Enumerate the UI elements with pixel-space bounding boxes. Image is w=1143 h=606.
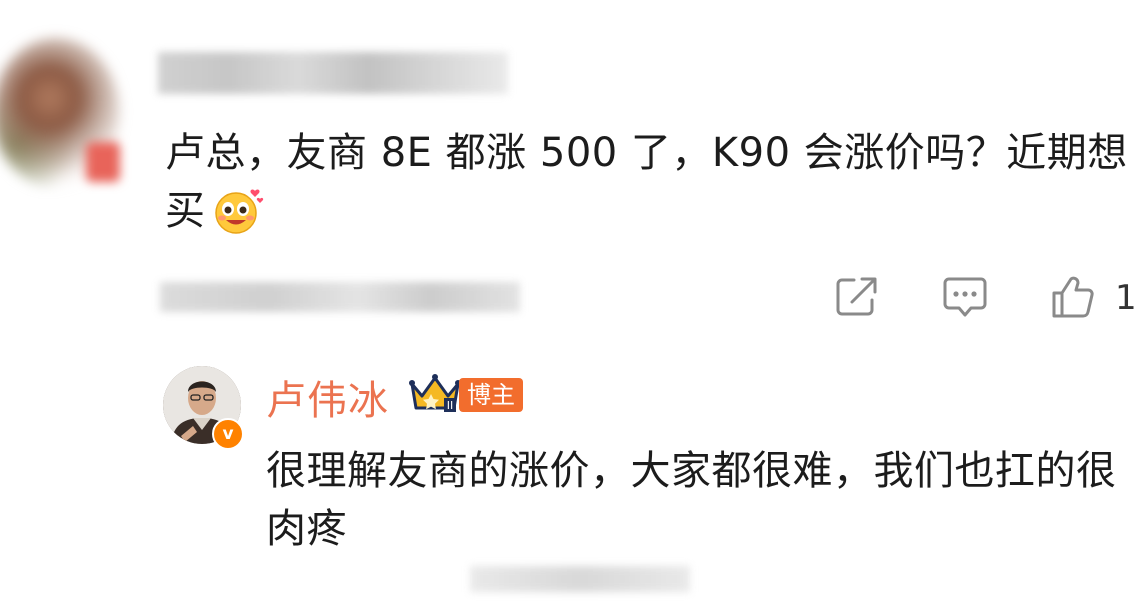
commenter-name-redacted xyxy=(158,52,508,94)
comment-body: 卢总，友商 8E 都涨 500 了，K90 会涨价吗？近期想买 xyxy=(165,124,1140,240)
comment-thread: 卢总，友商 8E 都涨 500 了，K90 会涨价吗？近期想买 1 v 卢伟冰 … xyxy=(0,0,1143,606)
reply-body: 很理解友商的涨价，大家都很难，我们也扛的很肉疼 xyxy=(266,448,1117,552)
comment-text: 卢总，友商 8E 都涨 500 了，K90 会涨价吗？近期想买 xyxy=(165,130,1128,234)
blogger-badge: 博主 xyxy=(459,378,523,412)
happy-face-emoji-icon xyxy=(212,185,264,235)
verified-badge-icon: v xyxy=(212,418,244,450)
like-count: 1 xyxy=(1115,278,1137,318)
commenter-avatar-badge xyxy=(86,142,120,182)
thumbs-up-icon[interactable] xyxy=(1050,274,1096,324)
share-icon[interactable] xyxy=(834,274,880,322)
reply-author-name[interactable]: 卢伟冰 xyxy=(266,368,389,426)
comment-icon[interactable] xyxy=(941,274,989,324)
comment-actions: 1 xyxy=(0,274,1143,324)
svg-text:II: II xyxy=(447,399,454,412)
crown-level-icon: II xyxy=(408,372,462,418)
reply-meta-redacted xyxy=(470,566,690,592)
